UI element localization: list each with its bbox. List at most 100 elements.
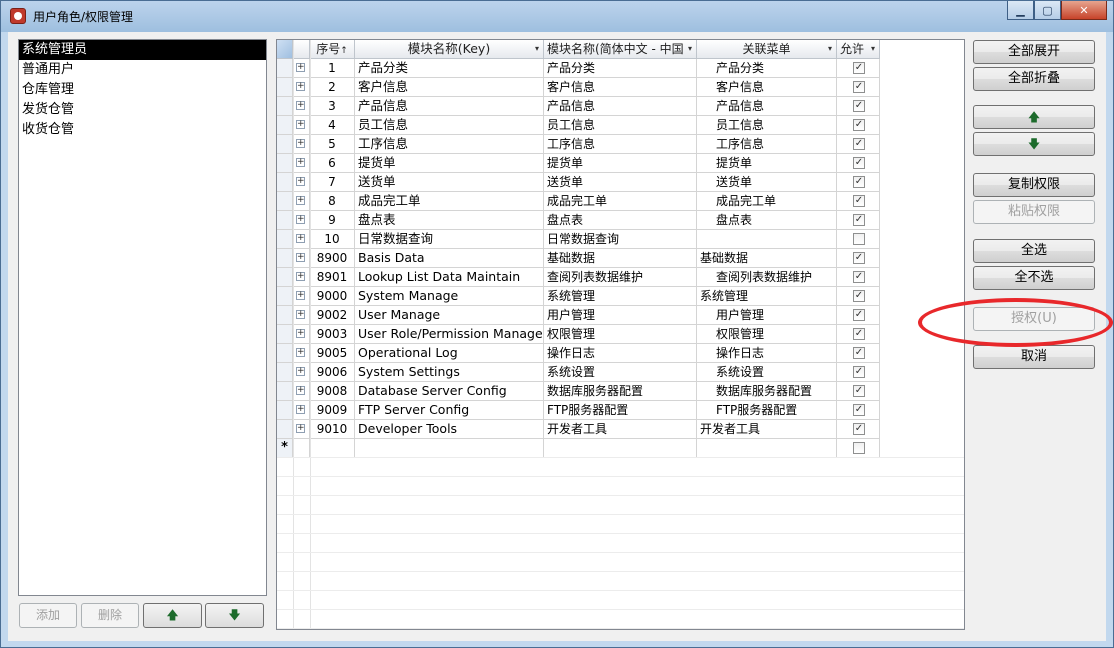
module-key-cell[interactable]: Developer Tools	[355, 420, 544, 439]
expand-plus-icon[interactable]: +	[296, 177, 305, 186]
module-key-cell[interactable]: FTP Server Config	[355, 401, 544, 420]
allow-cell[interactable]: ✓	[837, 249, 880, 268]
module-key-cell[interactable]: System Settings	[355, 363, 544, 382]
expand-plus-icon[interactable]: +	[296, 158, 305, 167]
dropdown-icon[interactable]: ▾	[688, 40, 692, 58]
expand-plus-icon[interactable]: +	[296, 234, 305, 243]
menu-cell[interactable]: 工序信息	[697, 135, 837, 154]
table-row[interactable]: +9008 Database Server Config 数据库服务器配置 数据库服务…	[277, 382, 880, 401]
expand-cell[interactable]: +	[293, 249, 310, 268]
module-key-cell[interactable]: 工序信息	[355, 135, 544, 154]
menu-cell[interactable]: 操作日志	[697, 344, 837, 363]
row-selector[interactable]	[277, 78, 293, 97]
menu-cell[interactable]: 产品分类	[697, 59, 837, 78]
allow-cell[interactable]: ✓	[837, 306, 880, 325]
expand-plus-icon[interactable]: +	[296, 329, 305, 338]
expand-plus-icon[interactable]: +	[296, 424, 305, 433]
module-key-cell[interactable]: 提货单	[355, 154, 544, 173]
role-item[interactable]: 普通用户	[19, 60, 266, 80]
allow-checkbox[interactable]: ✓	[853, 290, 865, 302]
table-row[interactable]: +6 提货单 提货单 提货单 ✓	[277, 154, 880, 173]
allow-checkbox[interactable]: ✓	[853, 347, 865, 359]
allow-checkbox[interactable]: ✓	[853, 366, 865, 378]
module-name-cell[interactable]: 用户管理	[544, 306, 697, 325]
dropdown-icon[interactable]: ▾	[535, 40, 539, 58]
module-name-cell[interactable]: 权限管理	[544, 325, 697, 344]
allow-checkbox[interactable]: ✓	[853, 81, 865, 93]
allow-cell[interactable]: ✓	[837, 173, 880, 192]
row-selector[interactable]	[277, 97, 293, 116]
module-name-cell[interactable]: 基础数据	[544, 249, 697, 268]
allow-checkbox[interactable]: ✓	[853, 195, 865, 207]
expand-plus-icon[interactable]: +	[296, 253, 305, 262]
row-selector[interactable]	[277, 249, 293, 268]
column-header-cn[interactable]: 模块名称(简体中文 - 中国 ▾	[544, 40, 697, 59]
cancel-button[interactable]: 取消	[973, 345, 1095, 369]
expand-plus-icon[interactable]: +	[296, 405, 305, 414]
allow-checkbox[interactable]: ✓	[853, 309, 865, 321]
role-item[interactable]: 仓库管理	[19, 80, 266, 100]
expand-plus-icon[interactable]: +	[296, 367, 305, 376]
module-name-cell[interactable]: 日常数据查询	[544, 230, 697, 249]
row-selector[interactable]	[277, 306, 293, 325]
module-key-cell[interactable]: Database Server Config	[355, 382, 544, 401]
module-key-cell[interactable]: 产品信息	[355, 97, 544, 116]
table-row[interactable]: +8 成品完工单 成品完工单 成品完工单 ✓	[277, 192, 880, 211]
allow-cell[interactable]: ✓	[837, 97, 880, 116]
expand-plus-icon[interactable]: +	[296, 291, 305, 300]
table-row[interactable]: +8901 Lookup List Data Maintain 查阅列表数据维护 查阅…	[277, 268, 880, 287]
module-key-cell[interactable]: 送货单	[355, 173, 544, 192]
move-role-up-button[interactable]: 🡅	[143, 603, 202, 628]
column-header-key[interactable]: 模块名称(Key) ▾	[355, 40, 544, 59]
table-row[interactable]: +9010 Developer Tools 开发者工具 开发者工具 ✓	[277, 420, 880, 439]
expand-cell[interactable]: +	[293, 211, 310, 230]
expand-cell[interactable]: +	[293, 382, 310, 401]
table-row[interactable]: +10 日常数据查询 日常数据查询	[277, 230, 880, 249]
menu-cell[interactable]: 员工信息	[697, 116, 837, 135]
allow-checkbox[interactable]	[853, 233, 865, 245]
expand-cell[interactable]: +	[293, 268, 310, 287]
table-row[interactable]: +2 客户信息 客户信息 客户信息 ✓	[277, 78, 880, 97]
module-name-cell[interactable]: 盘点表	[544, 211, 697, 230]
expand-cell[interactable]: +	[293, 287, 310, 306]
expand-plus-icon[interactable]: +	[296, 120, 305, 129]
select-all-corner[interactable]	[277, 40, 293, 59]
select-all-button[interactable]: 全选	[973, 239, 1095, 263]
module-key-cell[interactable]: 客户信息	[355, 78, 544, 97]
module-key-cell[interactable]	[355, 439, 544, 458]
allow-checkbox[interactable]: ✓	[853, 404, 865, 416]
role-item[interactable]: 发货仓管	[19, 100, 266, 120]
table-row[interactable]: +9 盘点表 盘点表 盘点表 ✓	[277, 211, 880, 230]
title-bar[interactable]: 用户角色/权限管理 ▁ ▢ ✕	[1, 1, 1113, 32]
expand-plus-icon[interactable]: +	[296, 386, 305, 395]
module-name-cell[interactable]: 客户信息	[544, 78, 697, 97]
expand-plus-icon[interactable]: +	[296, 63, 305, 72]
expand-cell[interactable]: +	[293, 192, 310, 211]
row-selector[interactable]	[277, 59, 293, 78]
table-row[interactable]: +9006 System Settings 系统设置 系统设置 ✓	[277, 363, 880, 382]
allow-checkbox[interactable]: ✓	[853, 176, 865, 188]
allow-checkbox[interactable]: ✓	[853, 252, 865, 264]
allow-cell[interactable]: ✓	[837, 268, 880, 287]
allow-checkbox[interactable]: ✓	[853, 138, 865, 150]
expand-plus-icon[interactable]: +	[296, 272, 305, 281]
menu-cell[interactable]: 开发者工具	[697, 420, 837, 439]
module-name-cell[interactable]: FTP服务器配置	[544, 401, 697, 420]
module-name-cell[interactable]: 成品完工单	[544, 192, 697, 211]
menu-cell[interactable]: 数据库服务器配置	[697, 382, 837, 401]
module-key-cell[interactable]: System Manage	[355, 287, 544, 306]
table-row[interactable]: +9005 Operational Log 操作日志 操作日志 ✓	[277, 344, 880, 363]
allow-cell[interactable]	[837, 230, 880, 249]
module-key-cell[interactable]: User Manage	[355, 306, 544, 325]
role-item[interactable]: 收货仓管	[19, 120, 266, 140]
expand-plus-icon[interactable]: +	[296, 139, 305, 148]
module-key-cell[interactable]: Operational Log	[355, 344, 544, 363]
allow-cell[interactable]: ✓	[837, 78, 880, 97]
expand-cell[interactable]: +	[293, 230, 310, 249]
module-key-cell[interactable]: 员工信息	[355, 116, 544, 135]
column-header-menu[interactable]: 关联菜单 ▾	[697, 40, 837, 59]
expand-cell[interactable]: +	[293, 325, 310, 344]
table-row[interactable]: +5 工序信息 工序信息 工序信息 ✓	[277, 135, 880, 154]
collapse-all-button[interactable]: 全部折叠	[973, 67, 1095, 91]
menu-cell[interactable]: 系统管理	[697, 287, 837, 306]
